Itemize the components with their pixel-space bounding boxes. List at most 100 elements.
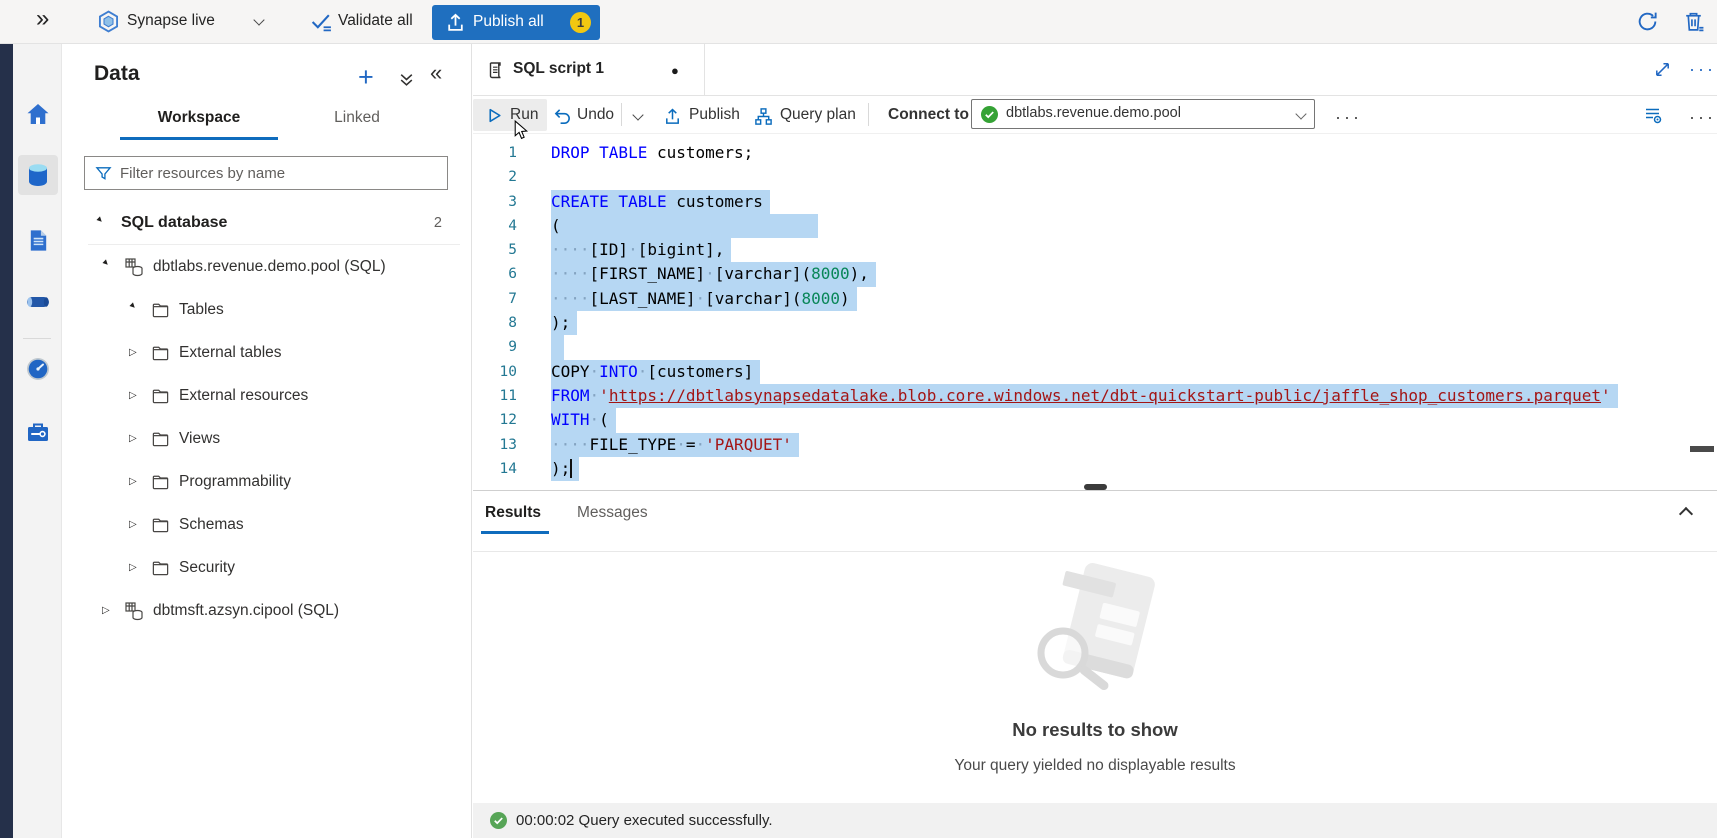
tree-row[interactable]: ▷ Security xyxy=(62,546,472,589)
chevron-down-icon[interactable] xyxy=(255,16,263,24)
code-line[interactable]: 8); xyxy=(473,311,1717,335)
code-line[interactable]: 11FROM·'https://dbtlabsynapsedatalake.bl… xyxy=(473,384,1717,408)
code-line[interactable]: 14); xyxy=(473,457,1717,481)
script-toolbar: Run Undo Publish Query plan Connect to d… xyxy=(473,96,1717,134)
selection-highlight xyxy=(551,335,564,359)
refresh-icon[interactable] xyxy=(1636,10,1659,33)
view-settings-icon[interactable] xyxy=(1643,105,1663,125)
filter-input[interactable] xyxy=(120,165,447,182)
line-number: 6 xyxy=(473,262,517,286)
code-line[interactable]: 9 xyxy=(473,335,1717,359)
tree-node-label: Security xyxy=(179,559,235,577)
sidebar-item-data[interactable] xyxy=(18,155,58,195)
tab-workspace[interactable]: Workspace xyxy=(120,100,278,140)
sidebar-item-develop[interactable] xyxy=(18,220,58,260)
tab-sql-script-1[interactable]: SQL script 1 ● xyxy=(473,44,705,96)
tab-messages[interactable]: Messages xyxy=(577,504,648,522)
caret-collapsed-icon[interactable]: ▷ xyxy=(129,562,144,573)
window-edge-strip xyxy=(0,44,13,838)
code-line[interactable]: 13····FILE_TYPE·=·'PARQUET' xyxy=(473,433,1717,457)
caret-collapsed-icon[interactable]: ▷ xyxy=(129,519,144,530)
tree-root-sql-database[interactable]: ▸ SQL database 2 xyxy=(62,202,472,244)
tab-results[interactable]: Results xyxy=(485,504,541,522)
success-check-icon xyxy=(490,812,507,829)
empty-state-subtitle: Your query yielded no displayable result… xyxy=(473,757,1717,775)
toolbar-overflow-icon[interactable]: ··· xyxy=(1689,112,1716,122)
tabbar-more-icon[interactable]: ··· xyxy=(1689,64,1716,74)
tree-row[interactable]: ▸dbtlabs.revenue.demo.pool (SQL) xyxy=(62,245,472,288)
sidebar-item-monitor[interactable] xyxy=(18,349,58,389)
tree-row[interactable]: ▷Programmability xyxy=(62,460,472,503)
undo-button[interactable]: Undo xyxy=(577,106,614,124)
selection-highlight: ····[FIRST_NAME]·[varchar](8000), xyxy=(551,262,876,286)
code-line[interactable]: 5····[ID]·[bigint], xyxy=(473,238,1717,262)
sidebar-item-home[interactable] xyxy=(18,94,58,134)
expand-editor-icon[interactable] xyxy=(1653,60,1672,79)
code-line[interactable]: 10 COPY·INTO·[customers] xyxy=(473,360,1717,384)
toolbar-more-icon[interactable]: ··· xyxy=(1335,112,1362,122)
selection-highlight: COPY·INTO·[customers] xyxy=(551,360,760,384)
database-icon xyxy=(124,601,144,621)
add-resource-button[interactable]: + xyxy=(358,66,374,88)
code-line[interactable]: 2 xyxy=(473,165,1717,189)
selection-highlight: ····FILE_TYPE·=·'PARQUET' xyxy=(551,433,799,457)
pool-selector-value: dbtlabs.revenue.demo.pool xyxy=(1006,105,1181,121)
pool-selector-dropdown[interactable]: dbtlabs.revenue.demo.pool xyxy=(971,99,1315,129)
environment-selector[interactable]: Synapse live xyxy=(127,12,215,30)
query-plan-button[interactable]: Query plan xyxy=(780,106,856,124)
caret-collapsed-icon[interactable]: ▷ xyxy=(129,433,144,444)
caret-expanded-icon[interactable]: ▸ xyxy=(127,300,145,318)
code-line[interactable]: 1DROP TABLE customers; xyxy=(473,141,1717,165)
collapse-panel-icon[interactable]: « xyxy=(430,60,442,86)
filter-box xyxy=(84,156,448,190)
sidebar-item-integrate[interactable] xyxy=(18,282,58,322)
hub-sidebar xyxy=(13,44,62,838)
caret-expanded-icon[interactable]: ▸ xyxy=(100,257,118,275)
tree-node-label: External tables xyxy=(179,344,282,362)
caret-collapsed-icon[interactable]: ▷ xyxy=(102,605,117,616)
sidebar-divider xyxy=(23,338,51,339)
publish-all-button[interactable]: Publish all 1 xyxy=(432,5,600,40)
code-line[interactable]: 3CREATE TABLE customers xyxy=(473,190,1717,214)
validate-all-button[interactable]: Validate all xyxy=(338,12,413,30)
trash-icon[interactable] xyxy=(1682,10,1705,33)
folder-icon xyxy=(151,515,170,534)
caret-collapsed-icon[interactable]: ▷ xyxy=(129,476,144,487)
splitter-drag-handle[interactable] xyxy=(1084,484,1107,490)
unsaved-dot-icon: ● xyxy=(671,63,679,78)
tree-row[interactable]: ▸Tables xyxy=(62,288,472,331)
caret-collapsed-icon[interactable]: ▷ xyxy=(129,347,144,358)
collapse-results-icon[interactable] xyxy=(1681,509,1691,519)
tree-row[interactable]: ▷ External tables xyxy=(62,331,472,374)
undo-icon xyxy=(553,107,572,126)
expand-panel-icon[interactable]: » xyxy=(36,5,49,33)
code-line[interactable]: 12WITH·( xyxy=(473,408,1717,432)
query-status-bar: 00:00:02 Query executed successfully. xyxy=(473,803,1717,838)
caret-collapsed-icon[interactable]: ▷ xyxy=(129,390,144,401)
toolbar-separator xyxy=(621,103,622,126)
editor-scrollbar-thumb[interactable] xyxy=(1690,446,1714,452)
publish-count-badge: 1 xyxy=(570,12,591,33)
tree-row[interactable]: ▷External resources xyxy=(62,374,472,417)
toolbox-icon xyxy=(25,419,51,445)
tree-root-count: 2 xyxy=(434,215,442,231)
tree-row[interactable]: ▷Views xyxy=(62,417,472,460)
synapse-hexagon-icon xyxy=(97,10,120,33)
collapse-all-icon[interactable] xyxy=(398,71,415,88)
tree-row[interactable]: ▷dbtmsft.azsyn.cipool (SQL) xyxy=(62,589,472,632)
query-plan-icon xyxy=(754,107,773,126)
tree-row[interactable]: ▷Schemas xyxy=(62,503,472,546)
empty-state-title: No results to show xyxy=(473,719,1717,741)
tab-linked[interactable]: Linked xyxy=(278,100,436,140)
caret-expanded-icon[interactable]: ▸ xyxy=(94,214,112,232)
code-line[interactable]: 7····[LAST_NAME]·[varchar](8000) xyxy=(473,287,1717,311)
code-line[interactable]: 4( xyxy=(473,214,1717,238)
line-number: 10 xyxy=(473,360,517,384)
editor-tabbar: SQL script 1 ● ··· xyxy=(473,44,1717,96)
publish-button[interactable]: Publish xyxy=(689,106,740,124)
sidebar-item-manage[interactable] xyxy=(18,412,58,452)
undo-dropdown-chevron-icon[interactable] xyxy=(634,111,642,119)
sql-script-icon xyxy=(485,60,505,80)
sql-code-editor[interactable]: 1DROP TABLE customers;23CREATE TABLE cus… xyxy=(473,134,1717,490)
code-line[interactable]: 6 ····[FIRST_NAME]·[varchar](8000), xyxy=(473,262,1717,286)
